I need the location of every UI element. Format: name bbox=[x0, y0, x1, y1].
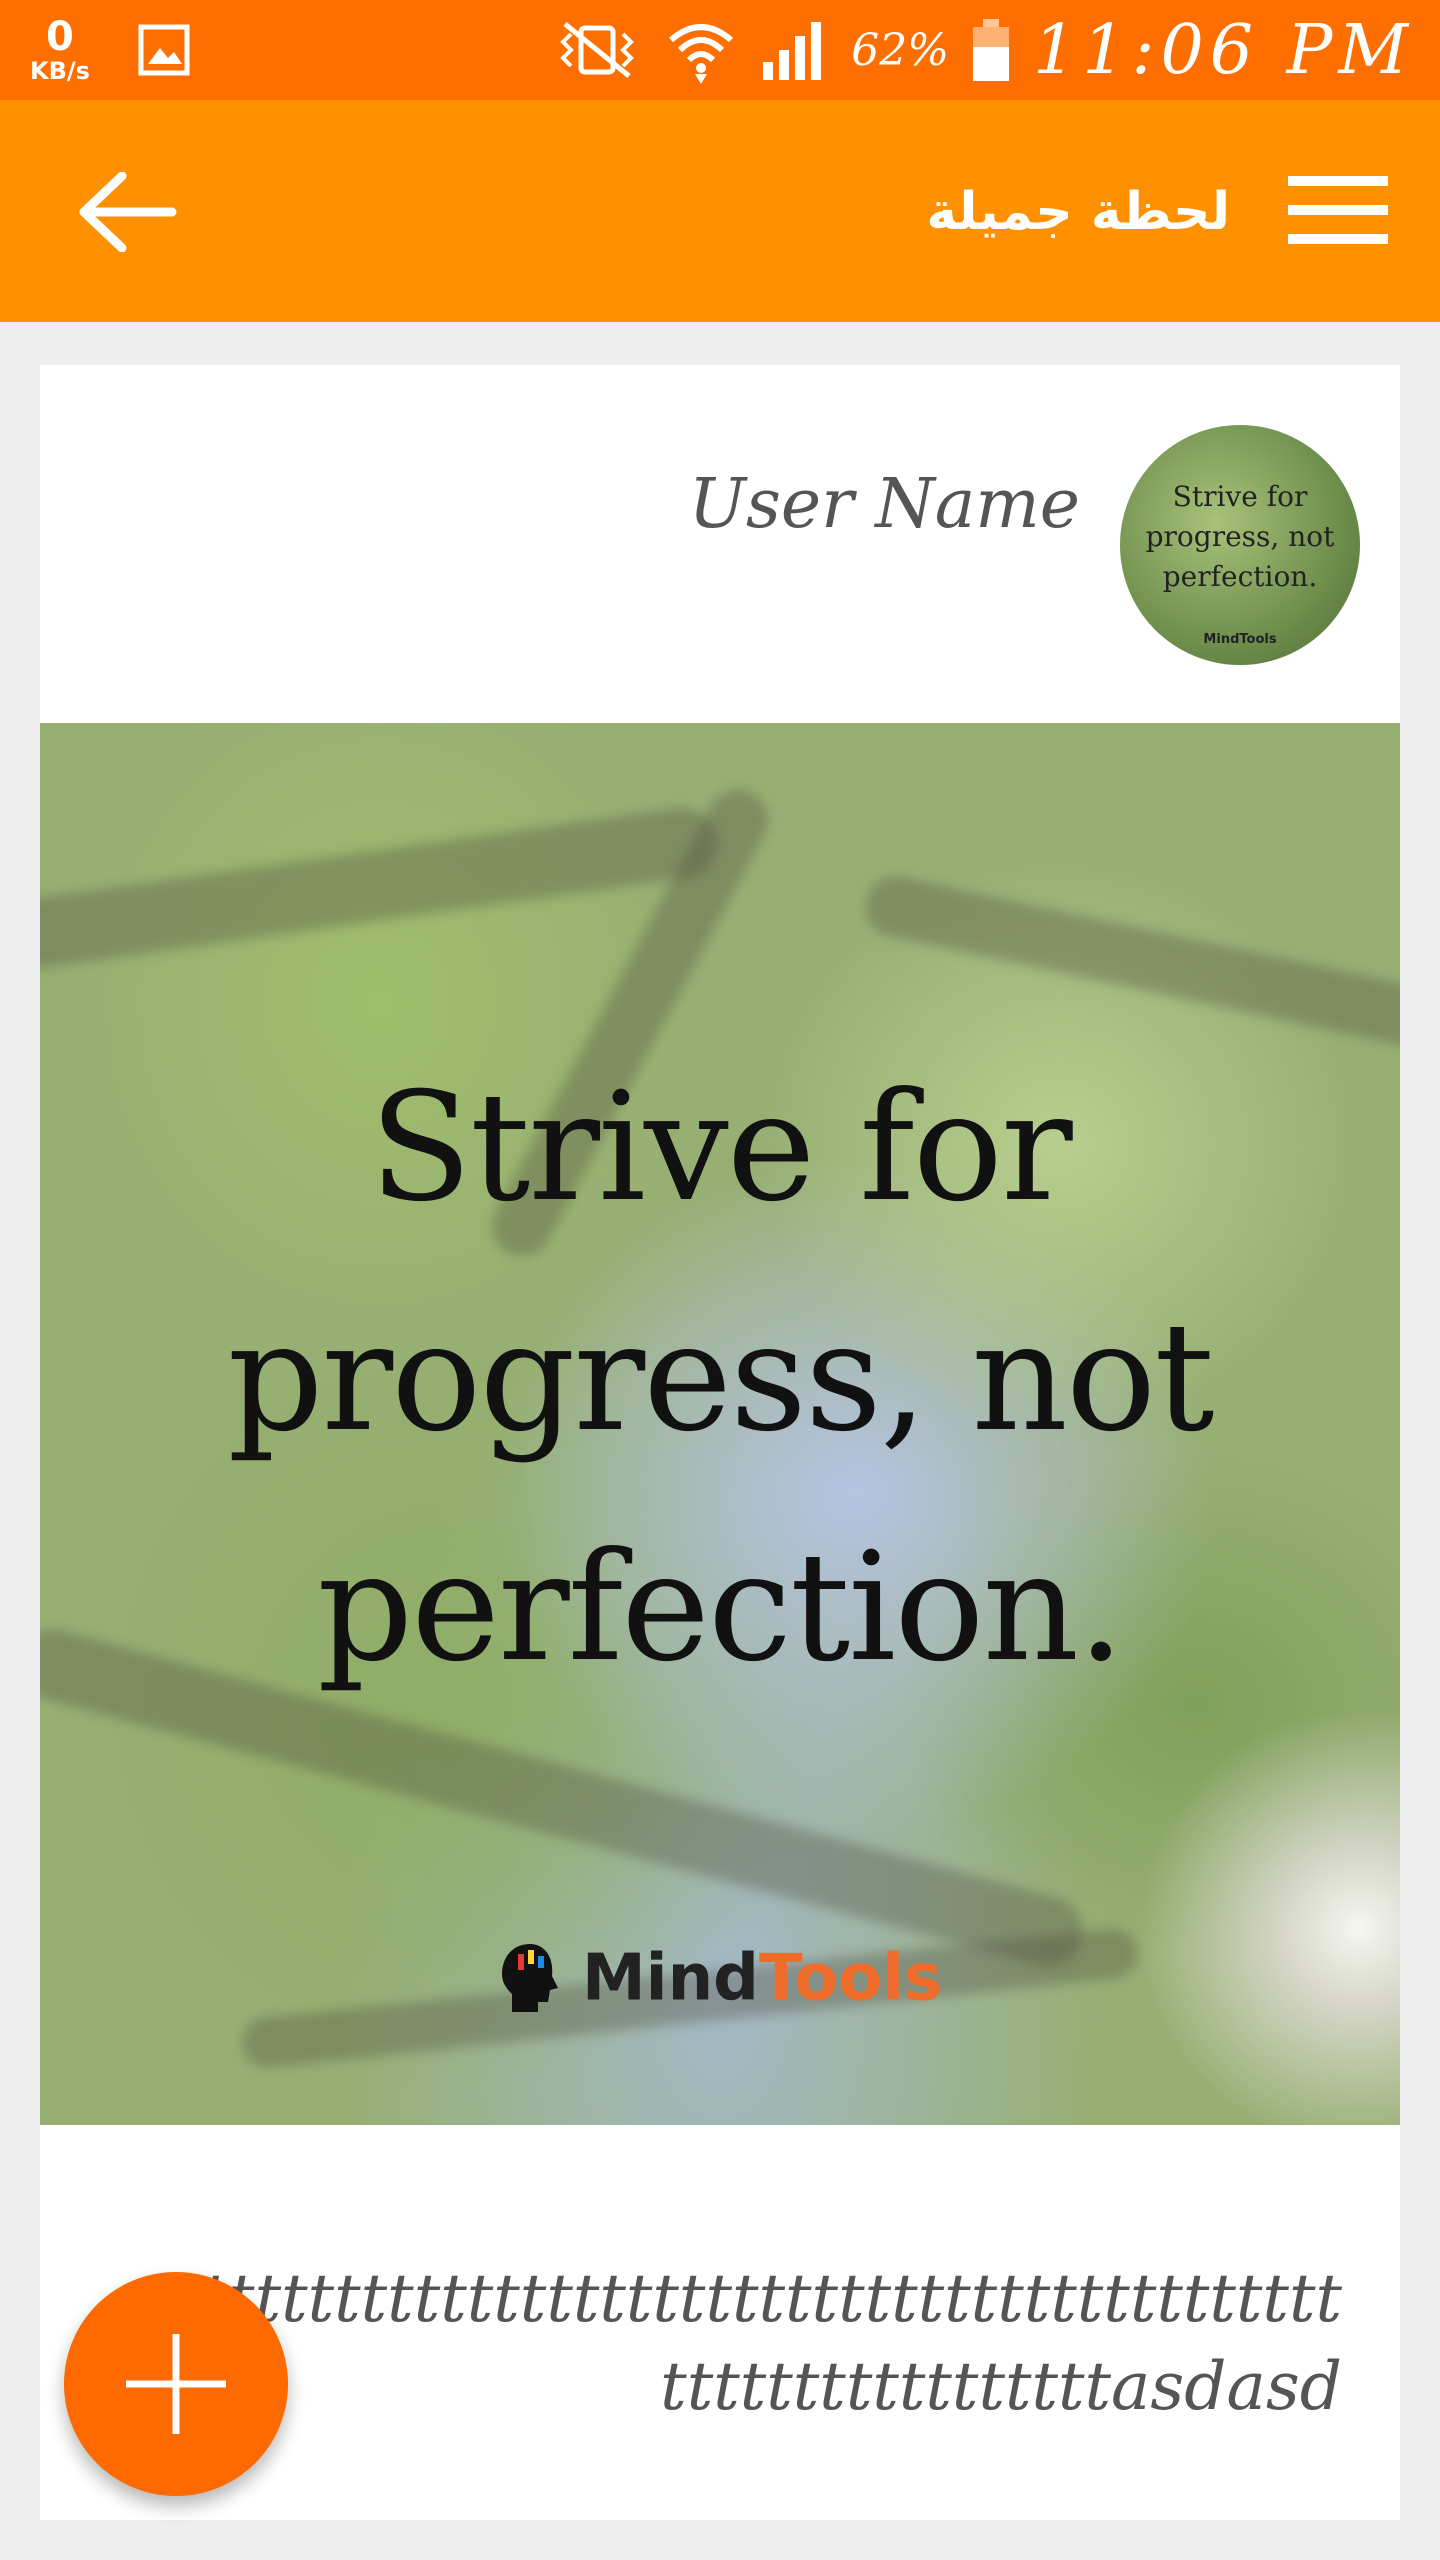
status-bar: 0 KB/s 62% 11:06 PM bbox=[0, 0, 1440, 100]
avatar-quote-text: Strive for progress, not perfection. bbox=[1145, 480, 1335, 593]
wifi-icon bbox=[669, 24, 734, 84]
battery-percent: 62% bbox=[851, 24, 950, 76]
quote-line: Strive for bbox=[369, 1061, 1072, 1235]
vibrate-mute-icon bbox=[560, 22, 635, 78]
avatar-brand: MindTools bbox=[1203, 632, 1277, 647]
user-name[interactable]: User Name bbox=[689, 465, 1080, 544]
avatar[interactable]: Strive for progress, not perfection. Min… bbox=[1120, 425, 1360, 665]
quote-line: perfection. bbox=[317, 1521, 1125, 1695]
mindtools-logo: MindTools bbox=[40, 1938, 1400, 2016]
network-speed: 0 KB/s bbox=[30, 17, 90, 83]
signal-icon bbox=[763, 22, 822, 80]
brand-mind: Mind bbox=[581, 1941, 759, 2016]
hamburger-menu-icon[interactable] bbox=[1288, 174, 1388, 246]
brand-tools: Tools bbox=[758, 1941, 943, 2016]
tree-branch bbox=[40, 803, 722, 973]
app-title: لحظة جميلة bbox=[926, 182, 1230, 242]
post-text: tttttttttttttttttttttttttttttttttttttttt… bbox=[148, 2260, 1342, 2425]
post-card[interactable]: User Name Strive for progress, not perfe… bbox=[40, 365, 1400, 2520]
plus-icon bbox=[126, 2334, 226, 2434]
status-left: 0 KB/s bbox=[30, 12, 190, 88]
gallery-notification-icon bbox=[138, 24, 190, 76]
app-bar: لحظة جميلة bbox=[0, 100, 1440, 322]
quote-line: progress, not bbox=[227, 1291, 1214, 1465]
clock: 11:06 PM bbox=[1033, 10, 1414, 90]
network-speed-unit: KB/s bbox=[30, 57, 90, 85]
arrow-back-icon[interactable] bbox=[78, 172, 178, 252]
battery-icon bbox=[973, 19, 1010, 81]
add-post-button[interactable] bbox=[64, 2272, 288, 2496]
status-right: 62% 11:06 PM bbox=[551, 0, 1414, 100]
network-speed-value: 0 bbox=[46, 14, 74, 60]
head-logo-icon bbox=[501, 1944, 558, 2013]
tree-branch bbox=[860, 871, 1400, 1055]
post-image[interactable]: Strive for progress, not perfection. Min… bbox=[40, 723, 1400, 2125]
